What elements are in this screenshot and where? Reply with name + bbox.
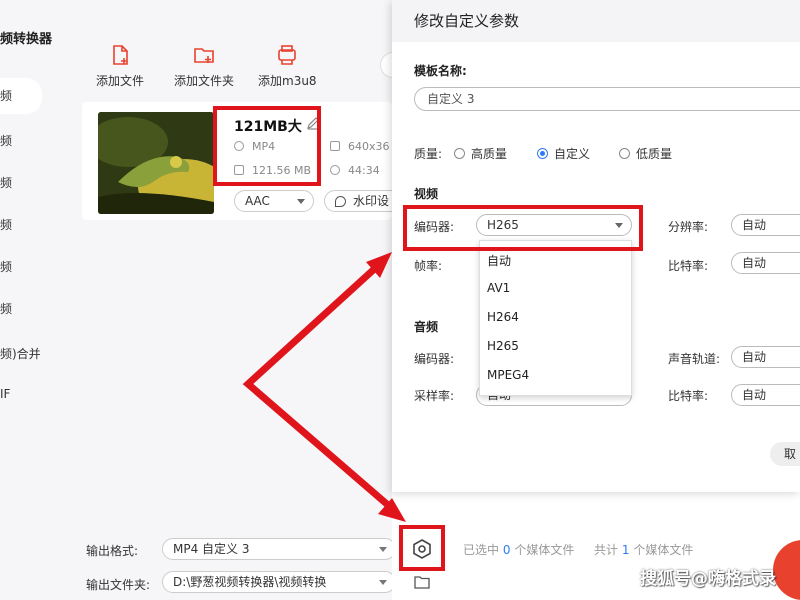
quality-custom-radio[interactable]: 自定义 [537, 145, 590, 162]
resolution-select[interactable]: 自动 [731, 214, 800, 236]
sidebar-item-merge[interactable]: 频)合并 [0, 345, 41, 362]
selected-suffix: 个媒体文件 [514, 543, 575, 557]
video-section-label: 视频 [414, 187, 439, 201]
app-title: 频转换器 [0, 32, 53, 47]
add-folder-label: 添加文件夹 [174, 74, 235, 88]
audio-channel-value: 自动 [742, 350, 767, 364]
template-name-label: 模板名称: [414, 64, 467, 78]
resolution-label: 分辨率: [668, 220, 709, 234]
encoder-option-av1[interactable]: AV1 [487, 281, 510, 295]
sidebar-item-gif[interactable]: IF [0, 387, 10, 401]
add-m3u8-label: 添加m3u8 [258, 74, 317, 88]
video-bitrate-label: 比特率: [668, 259, 709, 273]
audio-channel-label: 声音轨道: [668, 352, 721, 366]
open-folder-icon[interactable] [414, 575, 430, 589]
total-status: 共计 1 个媒体文件 [594, 541, 693, 558]
main-area: 添加文件 添加文件夹 添加m3u8 121MB大 MP4 121.56 MB 6… [80, 0, 392, 600]
resolution-value: 自动 [742, 218, 767, 232]
file-name-highlight [213, 106, 321, 186]
audio-codec-value: AAC [245, 194, 270, 208]
source-watermark: 搜狐号@嗨格式录 [640, 569, 776, 589]
total-suffix: 个媒体文件 [633, 543, 694, 557]
toolbar-extra-button[interactable] [380, 52, 392, 78]
audio-codec-select[interactable]: AAC [234, 190, 314, 212]
encoder-option-auto[interactable]: 自动 [487, 252, 511, 269]
sidebar-item-1[interactable]: 频 [0, 78, 42, 114]
encoder-highlight [403, 205, 643, 251]
m3u8-icon [278, 45, 297, 65]
file-duration-row: 44:34 [330, 164, 380, 177]
cancel-button[interactable]: 取 [770, 442, 800, 466]
encoder-option-h264[interactable]: H264 [487, 310, 519, 324]
add-file-button[interactable]: 添加文件 [96, 44, 144, 89]
framerate-label: 帧率: [414, 259, 443, 273]
chevron-down-icon [379, 580, 387, 585]
quality-high-label: 高质量 [471, 147, 508, 161]
sidebar-item-5[interactable]: 频 [0, 258, 12, 275]
radio-icon [454, 148, 465, 159]
convert-button[interactable] [773, 540, 800, 600]
converter-app: 频转换器 频 频 频 频 频 频 频)合并 IF 添加文件 添加文件夹 添加m3… [0, 0, 392, 600]
quality-custom-label: 自定义 [554, 147, 591, 161]
add-folder-button[interactable]: 添加文件夹 [174, 44, 234, 89]
watermark-label: 水印设 [353, 194, 390, 208]
settings-gear-icon[interactable] [411, 538, 433, 560]
sidebar-item-3[interactable]: 频 [0, 174, 12, 191]
video-thumbnail [98, 112, 214, 214]
sidebar: 频转换器 频 频 频 频 频 频 频)合并 IF [0, 0, 62, 600]
selected-count: 0 [502, 543, 511, 557]
output-format-value: MP4 自定义 3 [173, 542, 250, 556]
selected-status: 已选中 0 个媒体文件 [463, 541, 574, 558]
chevron-down-icon [379, 547, 387, 552]
file-resolution: 640x36 [348, 140, 390, 153]
encoder-option-mpeg4[interactable]: MPEG4 [487, 368, 529, 382]
audio-bitrate-label: 比特率: [668, 389, 709, 403]
encoder-option-h265[interactable]: H265 [487, 339, 519, 353]
dialog-title: 修改自定义参数 [414, 12, 520, 30]
radio-icon [619, 148, 630, 159]
template-name-input[interactable]: 自定义 3 [414, 87, 800, 111]
watermark-button[interactable]: 水印设 [324, 190, 392, 212]
audio-bitrate-value: 自动 [742, 388, 767, 402]
sidebar-item-2[interactable]: 频 [0, 132, 12, 149]
add-folder-icon [194, 48, 214, 63]
sidebar-item-6[interactable]: 频 [0, 300, 12, 317]
output-folder-label: 输出文件夹: [86, 578, 151, 592]
audio-encoder-label: 编码器: [414, 352, 455, 366]
chameleon-image [98, 112, 214, 214]
file-duration: 44:34 [348, 164, 380, 177]
samplerate-label: 采样率: [414, 389, 455, 403]
audio-bitrate-select[interactable]: 自动 [731, 384, 800, 406]
audio-channel-select[interactable]: 自动 [731, 346, 800, 368]
clock-icon [330, 165, 340, 175]
audio-section-label: 音频 [414, 320, 439, 334]
total-prefix: 共计 [594, 543, 619, 557]
quality-low-radio[interactable]: 低质量 [619, 145, 672, 162]
total-count: 1 [621, 543, 630, 557]
add-file-icon [113, 45, 128, 65]
output-folder-select[interactable]: D:\野葱视频转换器\视频转换 [162, 571, 392, 593]
add-m3u8-button[interactable]: 添加m3u8 [258, 44, 317, 89]
quality-label: 质量: [414, 147, 443, 161]
add-file-label: 添加文件 [96, 74, 145, 88]
chevron-down-icon [297, 199, 305, 204]
output-format-select[interactable]: MP4 自定义 3 [162, 538, 392, 560]
quality-low-label: 低质量 [636, 147, 673, 161]
quality-high-radio[interactable]: 高质量 [454, 145, 507, 162]
output-format-label: 输出格式: [86, 544, 139, 558]
encoder-dropdown-menu: 自动 AV1 H264 H265 MPEG4 [479, 240, 632, 396]
output-folder-value: D:\野葱视频转换器\视频转换 [173, 575, 327, 589]
video-bitrate-select[interactable]: 自动 [731, 252, 800, 274]
resolution-icon [330, 141, 340, 151]
watermark-icon [335, 196, 346, 207]
video-bitrate-value: 自动 [742, 256, 767, 270]
file-resolution-row: 640x36 [330, 140, 390, 153]
radio-selected-icon [537, 148, 548, 159]
selected-prefix: 已选中 [463, 543, 500, 557]
sidebar-item-4[interactable]: 频 [0, 216, 12, 233]
